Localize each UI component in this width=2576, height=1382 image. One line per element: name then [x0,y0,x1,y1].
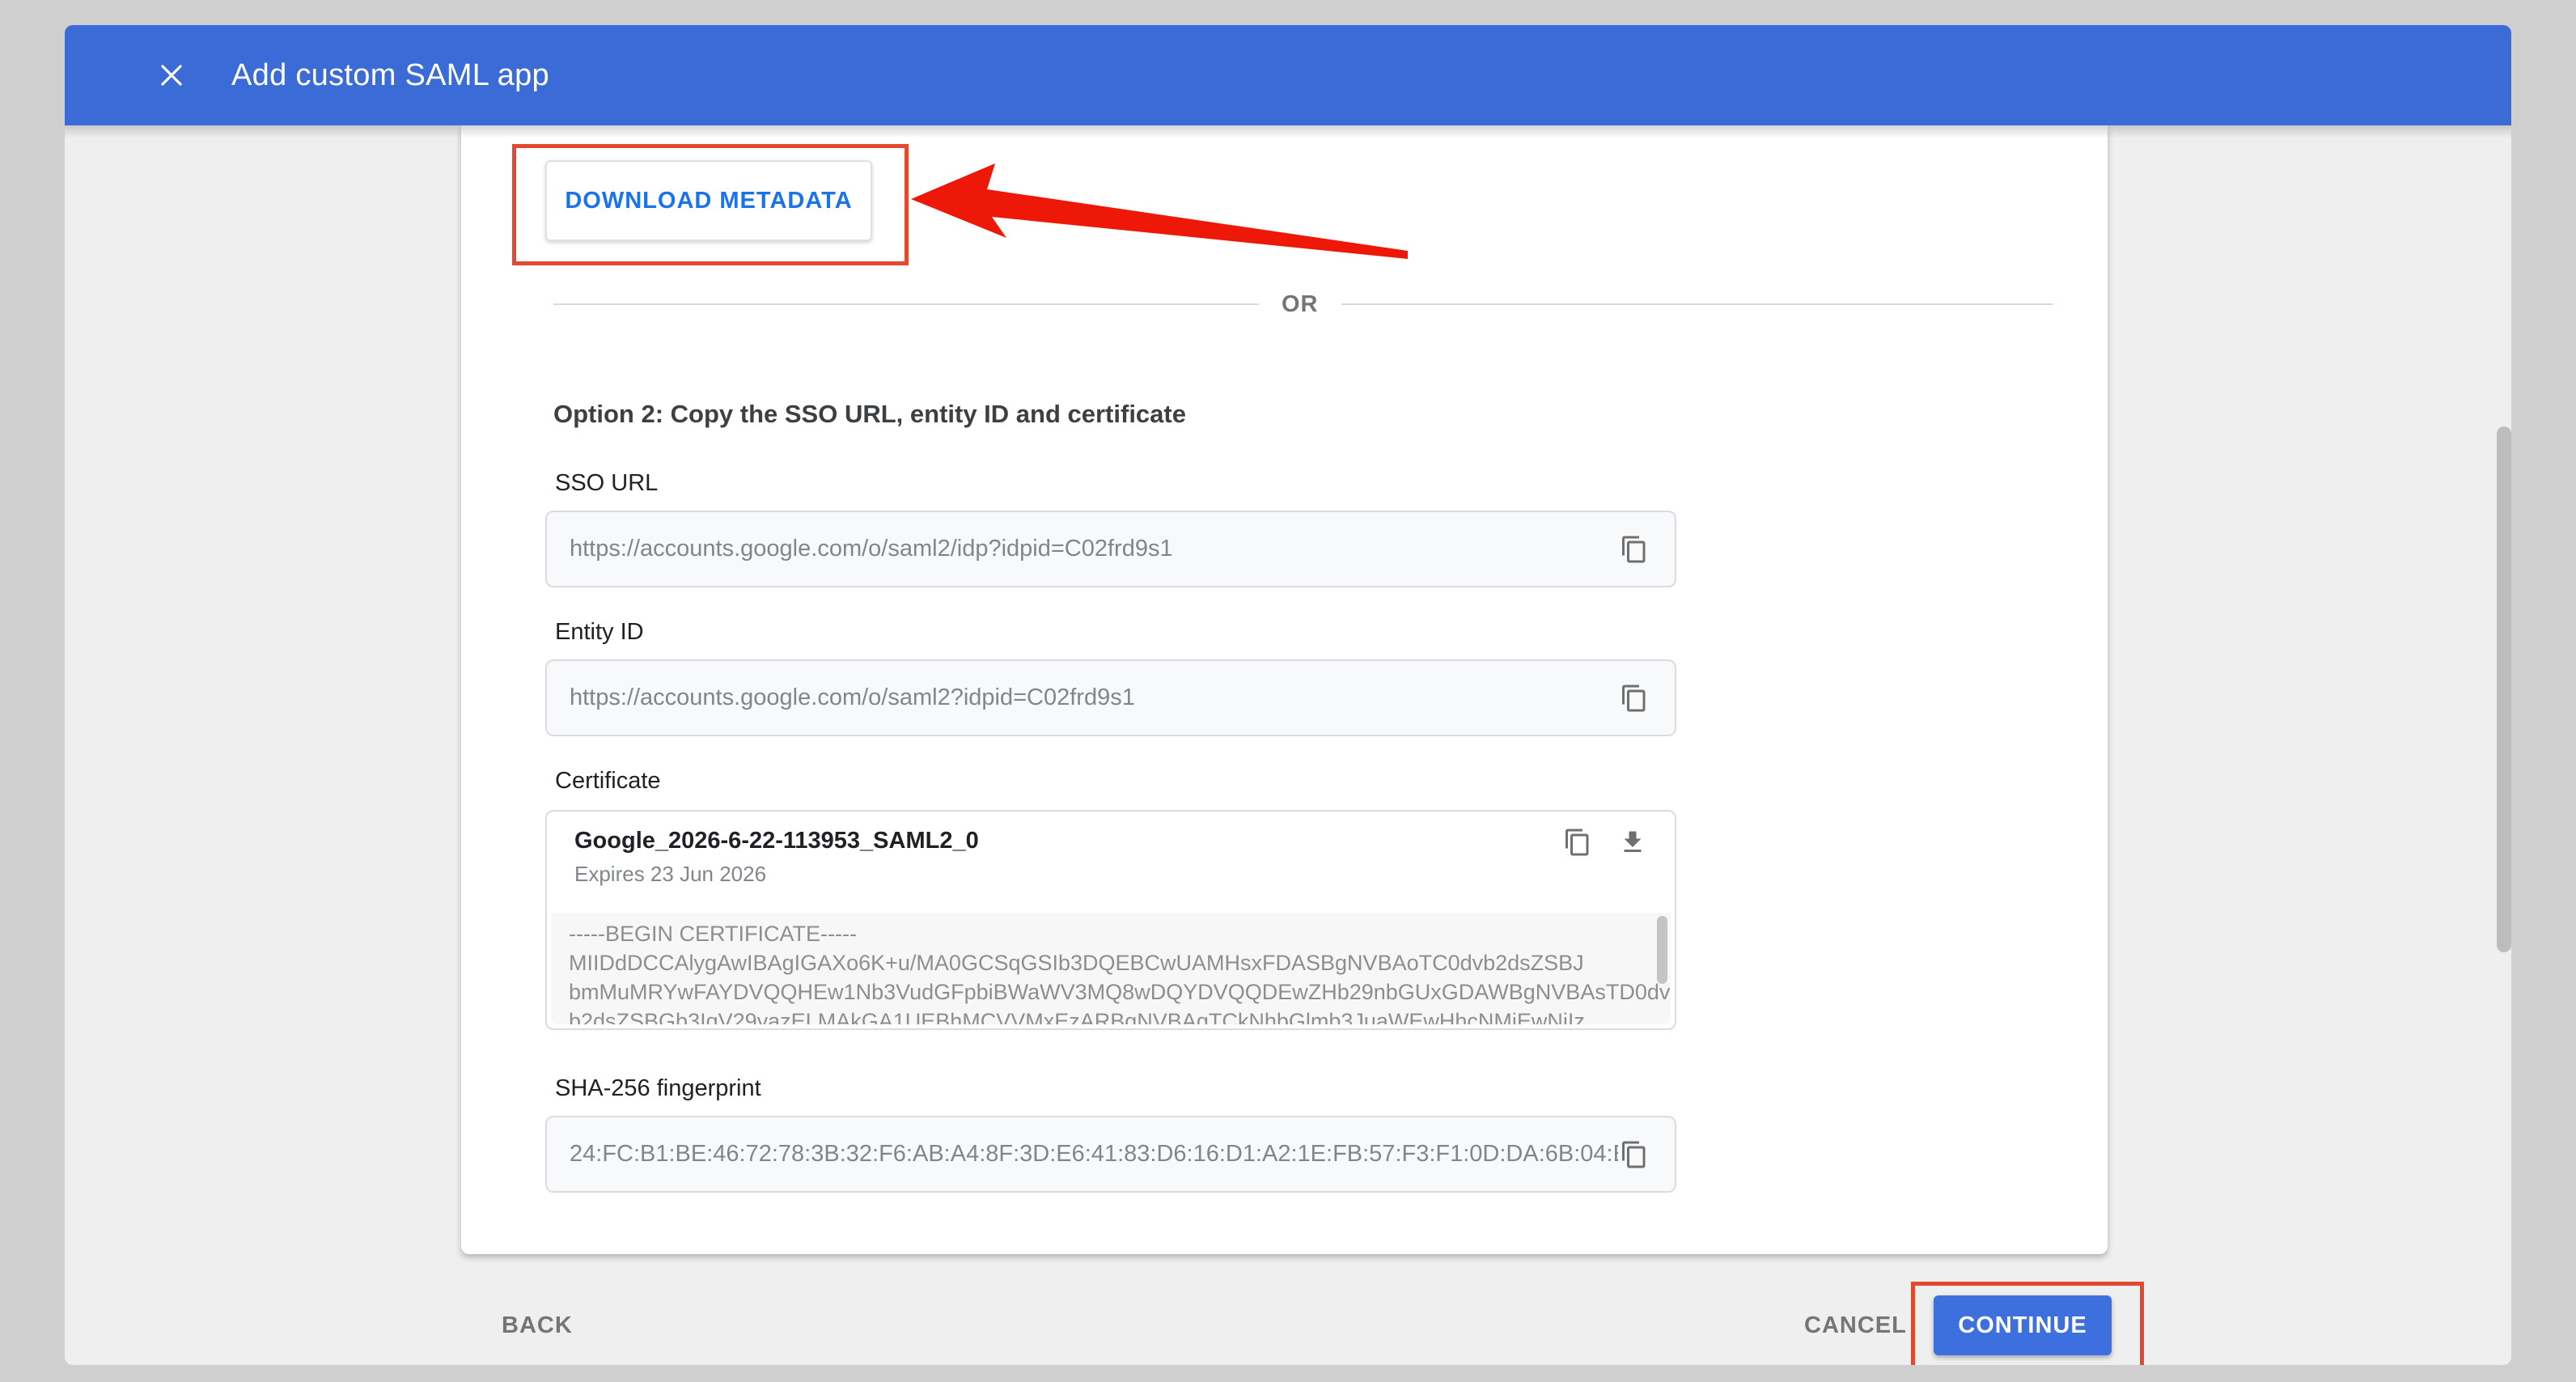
close-icon [156,60,187,91]
sha256-field: 24:FC:B1:BE:46:72:78:3B:32:F6:AB:A4:8F:3… [545,1116,1676,1193]
continue-label: CONTINUE [1958,1312,2087,1339]
page-background: Add custom SAML app DOWNLOAD METADATA OR… [0,0,2576,1382]
dialog-header: Add custom SAML app [65,25,2511,125]
certificate-card: Google_2026-6-22-113953_SAML2_0 Expires … [545,810,1676,1030]
certificate-download-button[interactable] [1616,826,1649,858]
entity-id-value: https://accounts.google.com/o/saml2?idpi… [570,685,1618,711]
download-icon [1618,828,1647,857]
entity-id-copy-button[interactable] [1618,682,1650,714]
certificate-line: bmMuMRYwFAYDVQQHEw1Nb3VudGFpbiBWaWV3MQ8w… [569,977,1638,1007]
copy-icon [1620,1140,1649,1169]
divider-line [1341,303,2053,305]
sha256-value: 24:FC:B1:BE:46:72:78:3B:32:F6:AB:A4:8F:3… [570,1141,1618,1168]
cancel-button[interactable]: CANCEL [1804,1309,1907,1342]
add-custom-saml-app-dialog: Add custom SAML app DOWNLOAD METADATA OR… [65,25,2511,1365]
or-divider: OR [553,292,2053,316]
continue-button[interactable]: CONTINUE [1934,1295,2112,1355]
page-scrollbar-thumb[interactable] [2497,426,2511,952]
back-button[interactable]: BACK [502,1309,573,1342]
entity-id-field: https://accounts.google.com/o/saml2?idpi… [545,659,1676,736]
copy-icon [1620,535,1649,564]
dialog-title: Add custom SAML app [231,58,549,93]
sso-url-label: SSO URL [555,470,658,497]
entity-id-label: Entity ID [555,619,644,646]
copy-icon [1620,684,1649,713]
certificate-line: b2dsZSBGb3IgV29yazELMAkGA1UEBhMCVVMxEzAR… [569,1007,1638,1024]
download-metadata-button[interactable]: DOWNLOAD METADATA [545,160,872,241]
sso-url-value: https://accounts.google.com/o/saml2/idp?… [570,536,1618,562]
sso-url-field: https://accounts.google.com/o/saml2/idp?… [545,511,1676,587]
certificate-name: Google_2026-6-22-113953_SAML2_0 [574,828,979,854]
certificate-body[interactable]: -----BEGIN CERTIFICATE----- MIIDdDCCAlyg… [551,913,1671,1024]
sha256-copy-button[interactable] [1618,1138,1650,1171]
certificate-copy-button[interactable] [1561,826,1594,858]
sha256-label: SHA-256 fingerprint [555,1075,761,1102]
option2-heading: Option 2: Copy the SSO URL, entity ID an… [553,400,1186,429]
divider-line [553,303,1259,305]
certificate-expiry: Expires 23 Jun 2026 [574,862,766,887]
download-metadata-label: DOWNLOAD METADATA [565,188,852,214]
close-button[interactable] [149,53,194,98]
copy-icon [1563,828,1592,857]
certificate-label: Certificate [555,768,661,795]
sso-url-copy-button[interactable] [1618,533,1650,566]
certificate-line: -----BEGIN CERTIFICATE----- [569,919,1638,948]
certificate-scrollbar-thumb[interactable] [1657,916,1667,984]
certificate-line: MIIDdDCCAlygAwIBAgIGAXo6K+u/MA0GCSqGSIb3… [569,948,1638,977]
or-label: OR [1282,291,1319,318]
